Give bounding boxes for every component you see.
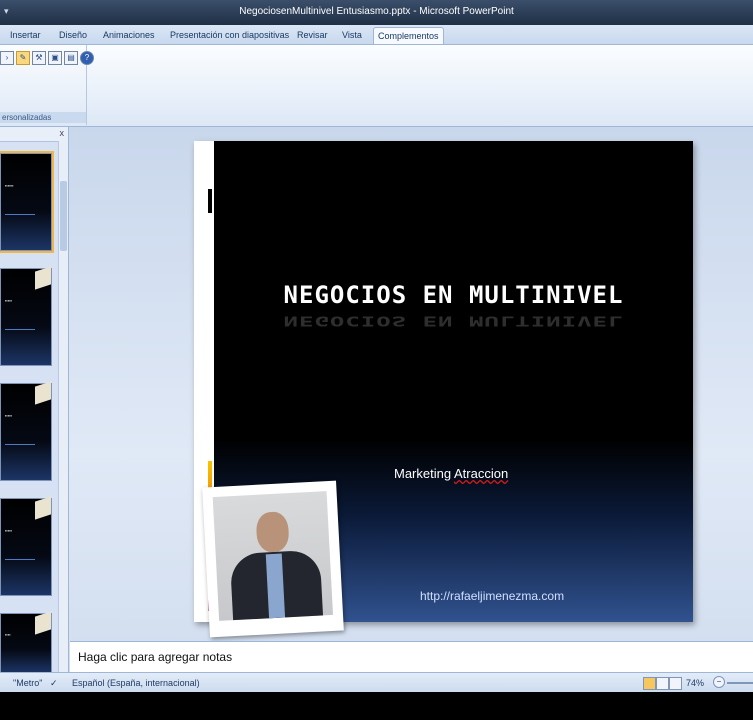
normal-view-button[interactable] <box>643 677 656 690</box>
slide-left-mark <box>208 189 212 213</box>
slideshow-button[interactable] <box>669 677 682 690</box>
status-language[interactable]: Español (España, internacional) <box>72 678 200 688</box>
thumbnail-line <box>5 443 35 445</box>
slide-thumbnail[interactable]: ▪▪▪▪▪ <box>0 381 52 481</box>
tab-diseno[interactable]: Diseño <box>55 27 91 43</box>
tab-revisar[interactable]: Revisar <box>293 27 332 43</box>
ribbon-tabs: Insertar Diseño Animaciones Presentación… <box>0 25 753 45</box>
tab-insertar[interactable]: Insertar <box>6 27 45 43</box>
pointer-icon[interactable]: › <box>0 51 14 65</box>
slides-panel-header: x <box>0 127 68 142</box>
title-bar: ▾ NegociosenMultinivel Entusiasmo.pptx -… <box>0 0 753 25</box>
thumbnail-text: ▪▪▪▪▪ <box>5 297 13 303</box>
help-icon[interactable]: ? <box>80 51 94 65</box>
subtitle-misspelled-word: Atraccion <box>453 466 509 481</box>
ribbon-icons: › ✎ ⚒ ▣ ▤ ? <box>0 51 94 67</box>
photo-image <box>212 491 334 621</box>
slide-url[interactable]: http://rafaeljimenezma.com <box>420 589 564 603</box>
tab-complementos[interactable]: Complementos <box>373 27 444 44</box>
scrollbar-thumb[interactable] <box>60 181 67 251</box>
status-bar: "Metro" ✓ Español (España, internacional… <box>0 672 753 693</box>
zoom-out-button[interactable]: − <box>713 676 725 688</box>
thumbnail-photo <box>35 496 51 520</box>
slides-panel: x ▪▪▪▪▪▪ ▪▪▪▪▪ ▪▪▪▪▪ ▪▪▪▪▪ ▪▪▪▪ <box>0 127 69 674</box>
slide-thumbnail[interactable]: ▪▪▪▪ <box>0 611 52 674</box>
photo-shirt <box>265 553 286 619</box>
slide-thumbnail[interactable]: ▪▪▪▪▪ <box>0 266 52 366</box>
zoom-level[interactable]: 74% <box>686 678 704 688</box>
ribbon-group-custom: › ✎ ⚒ ▣ ▤ ? ersonalizadas <box>0 45 94 125</box>
slide-thumbnail[interactable]: ▪▪▪▪▪▪ <box>0 151 54 253</box>
subtitle-prefix: Marketing <box>394 466 454 481</box>
slides-scrollbar[interactable] <box>58 141 68 672</box>
photo-head <box>255 511 290 553</box>
thumbnail-text: ▪▪▪▪ <box>5 631 11 637</box>
chart-icon[interactable]: ▤ <box>64 51 78 65</box>
thumbnail-line <box>5 213 35 215</box>
notes-placeholder[interactable]: Haga clic para agregar notas <box>78 650 232 664</box>
thumbnail-photo <box>35 381 51 405</box>
thumbnail-line <box>5 558 35 560</box>
spellcheck-icon[interactable]: ✓ <box>50 678 58 689</box>
slide-title[interactable]: NEGOCIOS EN MULTINIVEL <box>214 281 693 309</box>
slide-subtitle[interactable]: Marketing Atraccion <box>394 466 508 481</box>
save-icon[interactable]: ▣ <box>48 51 62 65</box>
slide-thumbnail[interactable]: ▪▪▪▪▪ <box>0 496 52 596</box>
ribbon: › ✎ ⚒ ▣ ▤ ? ersonalizadas <box>0 45 753 127</box>
zoom-slider[interactable] <box>727 682 753 684</box>
status-theme: "Metro" <box>13 678 43 688</box>
close-icon[interactable]: x <box>60 128 65 138</box>
slide-title-reflection: NEGOCIOS EN MULTINIVEL <box>283 313 624 329</box>
thumbnail-text: ▪▪▪▪▪▪ <box>5 182 14 188</box>
presenter-photo[interactable] <box>202 480 344 638</box>
ribbon-group-label: ersonalizadas <box>0 112 86 123</box>
tab-vista[interactable]: Vista <box>338 27 366 43</box>
brush-icon[interactable]: ✎ <box>16 51 30 65</box>
notes-pane[interactable]: Haga clic para agregar notas <box>70 641 753 673</box>
window-title: NegociosenMultinivel Entusiasmo.pptx - M… <box>239 6 514 17</box>
tab-presentacion[interactable]: Presentación con diapositivas <box>166 27 293 43</box>
tool-icon[interactable]: ⚒ <box>32 51 46 65</box>
slide-sorter-button[interactable] <box>656 677 669 690</box>
thumbnail-photo <box>35 266 51 290</box>
thumbnail-line <box>5 328 35 330</box>
tab-animaciones[interactable]: Animaciones <box>99 27 159 43</box>
thumbnail-text: ▪▪▪▪▪ <box>5 412 13 418</box>
thumbnail-photo <box>35 611 51 635</box>
black-bottom-bar <box>0 692 753 720</box>
thumbnail-text: ▪▪▪▪▪ <box>5 527 13 533</box>
